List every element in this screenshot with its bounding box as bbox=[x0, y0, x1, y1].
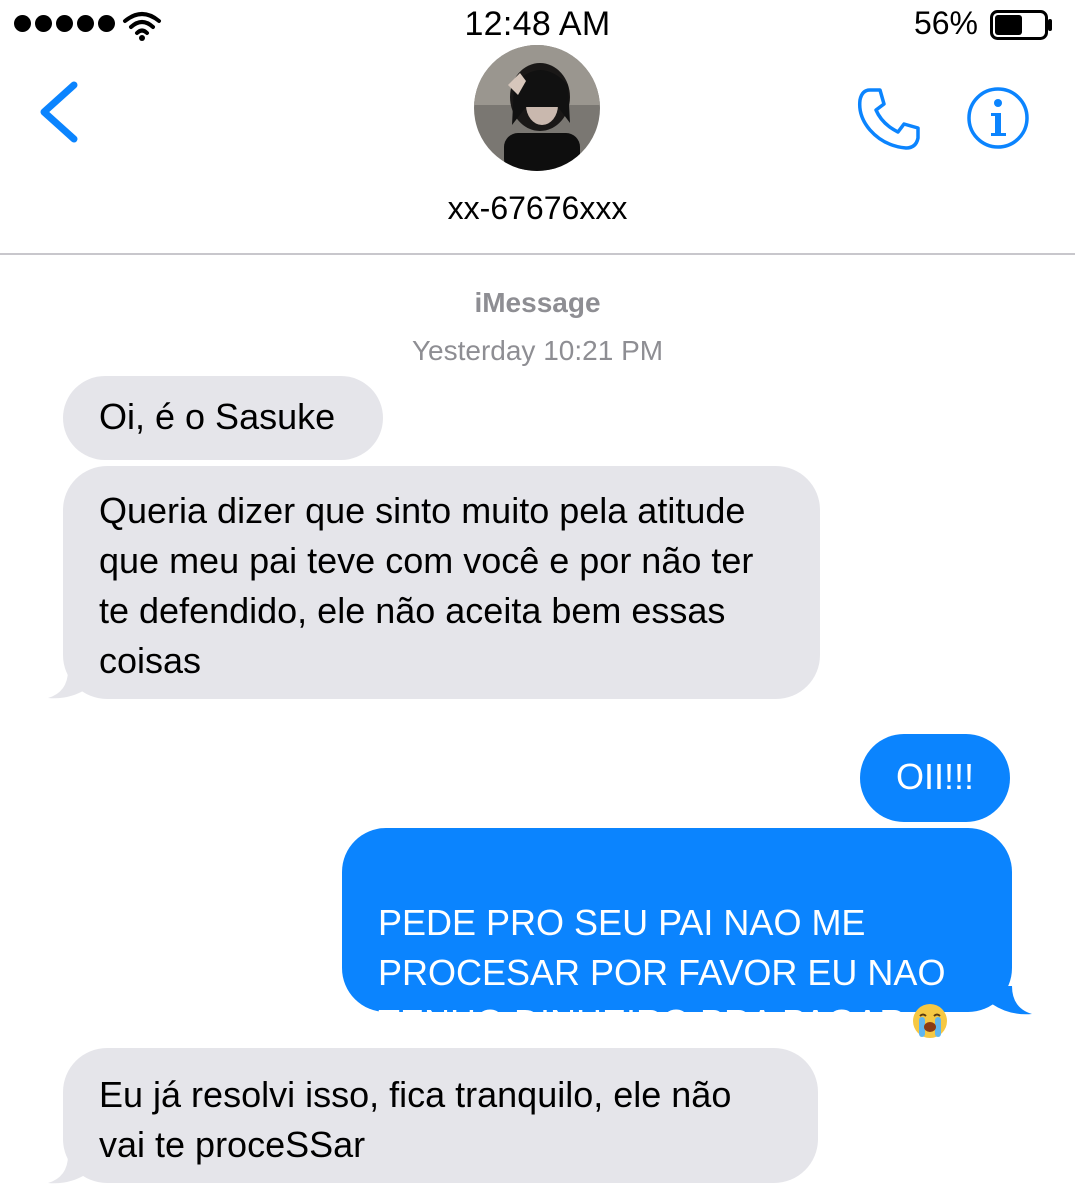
sent-bubble-tail bbox=[992, 986, 1032, 1015]
service-label: iMessage bbox=[474, 287, 601, 318]
received-message-bubble[interactable]: Eu já resolvi isso, fica tranquilo, ele … bbox=[63, 1048, 818, 1183]
info-icon[interactable] bbox=[966, 86, 1030, 150]
received-bubble-tail bbox=[48, 1155, 88, 1184]
header-divider bbox=[0, 253, 1075, 255]
loudly-crying-face-icon bbox=[913, 1004, 948, 1038]
contact-name[interactable]: xx-67676xxx bbox=[0, 190, 1075, 227]
received-bubble-tail bbox=[48, 670, 88, 699]
sent-message-text: PEDE PRO SEU PAI NAO ME PROCESAR POR FAV… bbox=[378, 902, 946, 1043]
sent-message-bubble[interactable]: OII!!! bbox=[860, 734, 1010, 822]
avatar-photo bbox=[474, 45, 600, 171]
battery-icon bbox=[990, 10, 1052, 40]
contact-avatar[interactable] bbox=[474, 45, 600, 171]
message-timestamp: Yesterday 10:21 PM bbox=[411, 335, 664, 366]
battery-percentage: 56% bbox=[913, 5, 978, 41]
sent-message-bubble[interactable]: PEDE PRO SEU PAI NAO ME PROCESAR POR FAV… bbox=[342, 828, 1012, 1043]
received-message-bubble[interactable]: Queria dizer que sinto muito pela atitud… bbox=[63, 466, 820, 699]
phone-call-icon[interactable] bbox=[856, 86, 922, 152]
received-message-bubble[interactable]: Oi, é o Sasuke bbox=[63, 376, 383, 460]
back-chevron-icon[interactable] bbox=[36, 80, 80, 144]
status-bar: 12:48 AM 56% bbox=[0, 0, 1075, 50]
